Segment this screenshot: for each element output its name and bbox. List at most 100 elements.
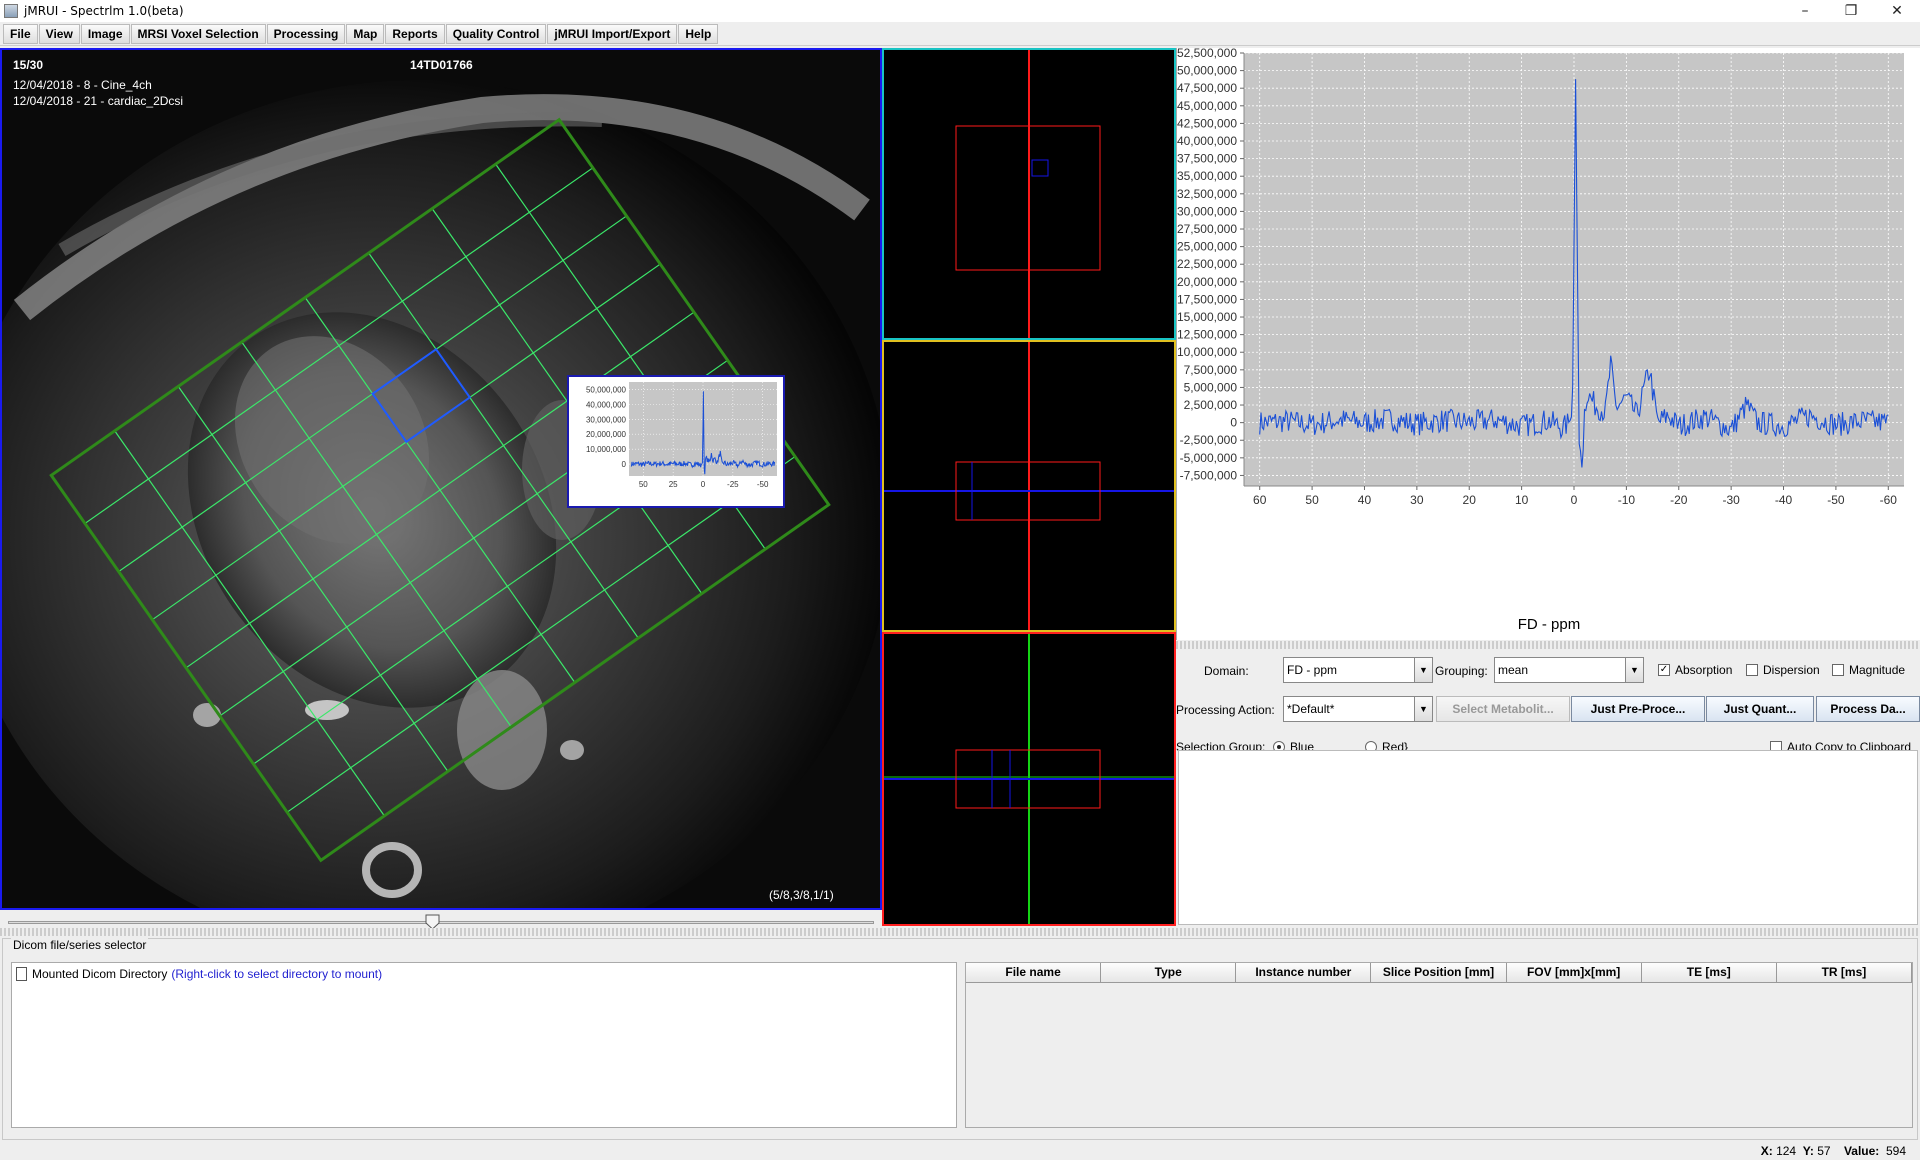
inset-x-tick: 50 bbox=[639, 480, 648, 489]
column-slice-position[interactable]: Slice Position [mm] bbox=[1371, 963, 1507, 983]
processing-action-select[interactable]: *Default* ▼ bbox=[1283, 696, 1433, 722]
status-bar: X: 124 Y: 57 Value: 594 bbox=[0, 1142, 1920, 1160]
results-area[interactable] bbox=[1178, 750, 1918, 925]
dicom-tree[interactable]: Mounted Dicom Directory (Right-click to … bbox=[11, 962, 957, 1128]
voxel-spectrum-preview: 50,000,000 40,000,000 30,000,000 20,000,000… bbox=[567, 375, 785, 508]
series-line-2: 12/04/2018 - 21 - cardiac_2Dcsi bbox=[13, 94, 184, 108]
main-splitter[interactable] bbox=[0, 928, 1920, 936]
absorption-checkbox[interactable]: ✓ Absorption bbox=[1658, 663, 1732, 677]
column-fov[interactable]: FOV [mm]x[mm] bbox=[1506, 963, 1642, 983]
just-quant-button[interactable]: Just Quant... bbox=[1706, 696, 1814, 722]
y-tick-label: 27,500,000 bbox=[1177, 222, 1237, 236]
x-tick-label: 30 bbox=[1410, 493, 1424, 507]
y-tick-label: 30,000,000 bbox=[1177, 204, 1237, 218]
column-te[interactable]: TE [ms] bbox=[1641, 963, 1777, 983]
inset-y-tick: 30,000,000 bbox=[586, 415, 627, 424]
inset-y-tick: 20,000,000 bbox=[586, 430, 627, 439]
maximize-button[interactable]: ❐ bbox=[1828, 0, 1874, 22]
selected-voxel-marker bbox=[1031, 159, 1049, 177]
y-tick-label: 20,000,000 bbox=[1177, 275, 1237, 289]
menu-jmrui-import-export[interactable]: jMRUI Import/Export bbox=[547, 23, 678, 44]
y-tick-label: 17,500,000 bbox=[1177, 292, 1237, 306]
slice-counter: 15/30 bbox=[13, 58, 44, 72]
ortho-view-coronal[interactable] bbox=[882, 632, 1176, 926]
x-tick-label: 20 bbox=[1463, 493, 1477, 507]
spectrum-plot[interactable]: 52,500,000 50,000,000 47,500,000 45,000,000… bbox=[1177, 46, 1920, 640]
ortho-view-sagittal[interactable] bbox=[882, 340, 1176, 632]
y-tick-label: 37,500,000 bbox=[1177, 152, 1237, 166]
just-preprocess-button[interactable]: Just Pre-Proce... bbox=[1571, 696, 1705, 722]
column-instance-number[interactable]: Instance number bbox=[1236, 963, 1372, 983]
column-tr[interactable]: TR [ms] bbox=[1776, 963, 1912, 983]
y-tick-label: 7,500,000 bbox=[1184, 363, 1238, 377]
tree-hint: (Right-click to select directory to moun… bbox=[171, 967, 383, 981]
inset-x-tick: -50 bbox=[757, 480, 769, 489]
inset-x-tick: -25 bbox=[727, 480, 739, 489]
mr-image-viewer[interactable]: 15/30 14TD01766 12/04/2018 - 8 - Cine_4c… bbox=[0, 48, 882, 910]
chevron-down-icon: ▼ bbox=[1414, 658, 1432, 682]
jmrui-window: jMRUI - Spectrlm 1.0(beta) – ❐ ✕ File Vi… bbox=[0, 0, 1920, 1160]
y-tick-label: 10,000,000 bbox=[1177, 345, 1237, 359]
spectrum-chart[interactable]: 52,500,000 50,000,000 47,500,000 45,000,000… bbox=[1176, 46, 1920, 640]
domain-label: Domain: bbox=[1204, 664, 1249, 678]
column-file-name[interactable]: File name bbox=[966, 963, 1102, 983]
tree-root-node[interactable]: Mounted Dicom Directory (Right-click to … bbox=[16, 967, 382, 981]
patient-id: 14TD01766 bbox=[410, 58, 473, 72]
close-button[interactable]: ✕ bbox=[1874, 0, 1920, 22]
menu-processing[interactable]: Processing bbox=[266, 23, 346, 44]
inset-y-tick: 10,000,000 bbox=[586, 445, 627, 454]
inset-y-tick: 50,000,000 bbox=[586, 385, 627, 394]
voxel-index: (5/8,3/8,1/1) bbox=[769, 888, 834, 902]
panel-title: Dicom file/series selector bbox=[11, 938, 149, 952]
x-tick-label: 60 bbox=[1253, 493, 1267, 507]
menu-quality-control[interactable]: Quality Control bbox=[445, 23, 547, 44]
y-tick-label: 40,000,000 bbox=[1177, 134, 1237, 148]
checkmark-icon: ✓ bbox=[1658, 664, 1670, 676]
y-tick-label: 22,500,000 bbox=[1177, 257, 1237, 271]
inset-x-tick: 25 bbox=[669, 480, 678, 489]
y-tick-label: 2,500,000 bbox=[1184, 398, 1238, 412]
minimize-button[interactable]: – bbox=[1782, 0, 1828, 22]
table-header: File name Type Instance number Slice Pos… bbox=[966, 963, 1912, 983]
y-tick-label: 45,000,000 bbox=[1177, 99, 1237, 113]
domain-select[interactable]: FD - ppm ▼ bbox=[1283, 657, 1433, 683]
y-tick-label: 50,000,000 bbox=[1177, 64, 1237, 78]
slider-track[interactable] bbox=[8, 921, 874, 924]
dicom-selector-panel: Dicom file/series selector Mounted Dicom… bbox=[2, 938, 1918, 1140]
menu-mrsi-voxel-selection[interactable]: MRSI Voxel Selection bbox=[130, 23, 266, 44]
processing-controls: Domain: FD - ppm ▼ Grouping: mean ▼ ✓ Ab… bbox=[1176, 650, 1920, 925]
x-tick-label: -50 bbox=[1827, 493, 1845, 507]
ortho-view-axial[interactable] bbox=[882, 48, 1176, 340]
x-tick-label: -20 bbox=[1670, 493, 1688, 507]
x-axis: 60 50 40 30 20 10 0 -10 -20 -30 -40 -50 -60 bbox=[1253, 486, 1897, 507]
x-tick-label: -30 bbox=[1722, 493, 1740, 507]
y-tick-label: 42,500,000 bbox=[1177, 116, 1237, 130]
chart-splitter[interactable] bbox=[1176, 641, 1920, 649]
java-app-icon bbox=[4, 4, 18, 18]
y-tick-label: -2,500,000 bbox=[1180, 433, 1238, 447]
menu-file[interactable]: File bbox=[3, 23, 38, 44]
cursor-readout: X: 124 Y: 57 Value: 594 bbox=[1760, 1144, 1906, 1158]
process-data-button[interactable]: Process Da... bbox=[1816, 696, 1920, 722]
menu-reports[interactable]: Reports bbox=[385, 23, 445, 44]
inset-x-tick: 0 bbox=[701, 480, 706, 489]
x-axis-label: FD - ppm bbox=[1517, 616, 1581, 633]
column-type[interactable]: Type bbox=[1101, 963, 1237, 983]
dispersion-checkbox[interactable]: Dispersion bbox=[1746, 663, 1820, 677]
y-tick-label: 52,500,000 bbox=[1177, 48, 1237, 60]
x-tick-label: 10 bbox=[1515, 493, 1529, 507]
select-metabolite-button[interactable]: Select Metabolit... bbox=[1436, 696, 1570, 722]
y-tick-label: -5,000,000 bbox=[1180, 451, 1238, 465]
menu-image[interactable]: Image bbox=[80, 23, 130, 44]
dicom-file-table[interactable]: File name Type Instance number Slice Pos… bbox=[965, 962, 1913, 1128]
menu-view[interactable]: View bbox=[38, 23, 80, 44]
magnitude-checkbox[interactable]: Magnitude bbox=[1832, 663, 1905, 677]
processing-action-label: Processing Action: bbox=[1176, 703, 1275, 717]
x-tick-label: 0 bbox=[1571, 493, 1578, 507]
grouping-select[interactable]: mean ▼ bbox=[1494, 657, 1644, 683]
y-tick-label: 5,000,000 bbox=[1184, 380, 1238, 394]
menu-map[interactable]: Map bbox=[346, 23, 385, 44]
menu-help[interactable]: Help bbox=[678, 23, 719, 44]
menu-bar: File View Image MRSI Voxel Selection Pro… bbox=[0, 22, 1920, 46]
tree-root-label: Mounted Dicom Directory bbox=[32, 967, 168, 981]
